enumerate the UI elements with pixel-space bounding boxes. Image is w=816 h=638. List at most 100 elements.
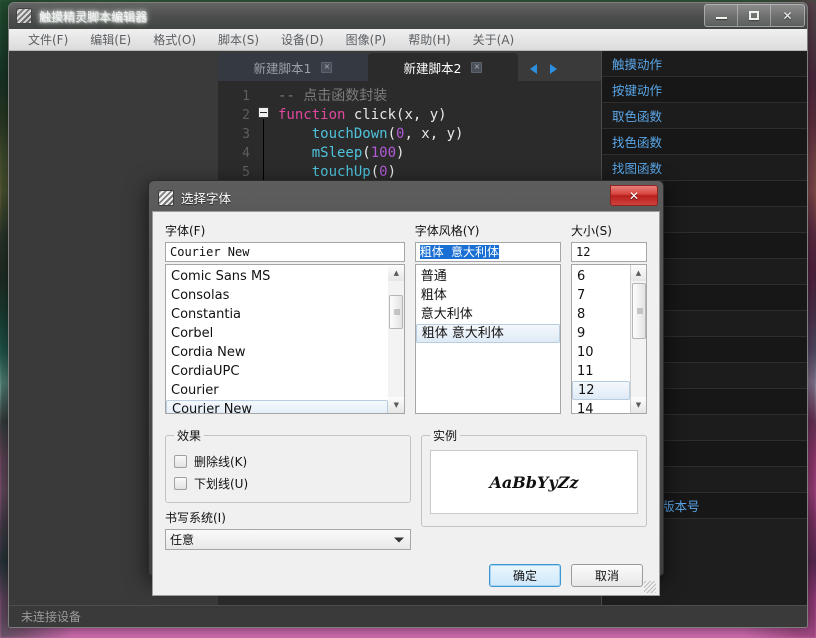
scroll-up-icon[interactable]: ▲	[630, 265, 646, 281]
menu-image[interactable]: 图像(P)	[335, 29, 398, 50]
font-style-listbox[interactable]: 普通 粗体 意大利体 粗体 意大利体	[414, 264, 561, 414]
sample-column: 实例 AaBbYyZz	[421, 427, 647, 550]
font-family-listbox[interactable]: Comic Sans MS Consolas Constantia Corbel…	[165, 264, 405, 414]
close-button[interactable]: ✕	[771, 5, 804, 26]
ok-button[interactable]: 确定	[489, 564, 561, 587]
strikeout-label: 删除线(K)	[194, 454, 248, 469]
scrollbar-track[interactable]	[388, 281, 404, 397]
sidebar-item-touch-action[interactable]: 触摸动作	[602, 51, 807, 77]
scrollbar-track[interactable]	[630, 281, 646, 397]
font-family-group: 字体(F) Courier New Comic Sans MS Consolas…	[165, 222, 405, 414]
list-item-selected[interactable]: 粗体 意大利体	[415, 324, 560, 343]
close-icon: ✕	[628, 188, 640, 203]
list-item[interactable]: Corbel	[166, 324, 388, 343]
tab-script-2[interactable]: 新建脚本2 ×	[368, 53, 518, 81]
list-item[interactable]: 8	[572, 305, 630, 324]
line-number: 3	[242, 127, 250, 142]
prev-tab-arrow-icon[interactable]	[528, 63, 540, 75]
list-item[interactable]: Consolas	[166, 286, 388, 305]
sidebar-item-key-action[interactable]: 按键动作	[602, 77, 807, 103]
list-item[interactable]: 意大利体	[416, 305, 560, 324]
scroll-down-icon[interactable]: ▼	[630, 397, 646, 413]
effects-label: 效果	[177, 429, 202, 443]
dialog-button-row: 确定 取消	[165, 564, 647, 587]
minimize-button[interactable]	[705, 5, 738, 26]
tab-close-icon[interactable]: ×	[321, 61, 333, 73]
scrollbar-thumb[interactable]	[631, 283, 646, 339]
code-line: touchDown(0, x, y)	[311, 126, 464, 142]
close-icon: ✕	[782, 8, 793, 23]
dialog-titlebar: 选择字体 ✕	[152, 184, 660, 211]
tab-script-1[interactable]: 新建脚本1 ×	[218, 53, 368, 81]
list-item[interactable]: 粗体	[416, 286, 560, 305]
strikeout-checkbox[interactable]	[174, 454, 187, 468]
list-item[interactable]: 9	[572, 324, 630, 343]
font-family-input[interactable]: Courier New	[165, 242, 405, 262]
list-item[interactable]: 11	[572, 362, 630, 381]
strikeout-row[interactable]: 删除线(K)	[174, 450, 402, 472]
list-item-selected[interactable]: Courier New	[166, 400, 388, 413]
sidebar-item-find-color[interactable]: 找色函数	[602, 129, 807, 155]
underline-row[interactable]: 下划线(U)	[174, 472, 402, 494]
maximize-button[interactable]	[738, 5, 771, 26]
chevron-down-icon	[394, 537, 404, 542]
font-size-list: 6 7 8 9 10 11 12 14	[571, 265, 630, 413]
code-line: function click(x, y)	[278, 107, 447, 123]
list-item[interactable]: Cordia New	[166, 343, 388, 362]
list-item[interactable]: Constantia	[166, 305, 388, 324]
tab-close-icon[interactable]: ×	[471, 61, 483, 73]
menu-device[interactable]: 设备(D)	[270, 29, 335, 50]
writing-system-label: 书写系统(I)	[165, 511, 226, 525]
line-number: 2	[242, 108, 250, 123]
tab-label: 新建脚本2	[403, 60, 462, 76]
font-size-scrollbar[interactable]: ▲ ▼	[630, 265, 646, 413]
list-item[interactable]: Courier	[166, 381, 388, 400]
scroll-down-icon[interactable]: ▼	[388, 397, 404, 413]
writing-system-value: 任意	[170, 533, 195, 547]
underline-checkbox[interactable]	[174, 476, 187, 490]
menu-about[interactable]: 关于(A)	[462, 29, 526, 50]
line-number: 1	[242, 89, 250, 104]
font-family-label: 字体(F)	[165, 224, 206, 238]
font-style-group: 字体风格(Y) 粗体 意大利体 普通 粗体 意大利体 粗体 意大利体	[414, 222, 561, 414]
window-title: 触摸精灵脚本编辑器	[39, 9, 148, 24]
scroll-up-icon[interactable]: ▲	[388, 265, 404, 281]
effects-column: 效果 删除线(K) 下划线(U) 书写系统(I) 任意	[165, 427, 411, 550]
list-item[interactable]: 10	[572, 343, 630, 362]
fold-collapse-icon[interactable]	[258, 107, 269, 118]
cancel-button[interactable]: 取消	[571, 564, 643, 587]
font-size-listbox[interactable]: 6 7 8 9 10 11 12 14 ▲ ▼	[570, 264, 647, 414]
menu-format[interactable]: 格式(O)	[142, 29, 207, 50]
writing-system-select[interactable]: 任意	[165, 529, 411, 550]
status-bar: 未连接设备	[9, 605, 807, 627]
sample-group: 实例 AaBbYyZz	[421, 427, 647, 527]
sidebar-item-color-pick[interactable]: 取色函数	[602, 103, 807, 129]
font-size-group: 大小(S) 12 6 7 8 9 10 11 12 14 ▲ ▼	[570, 222, 647, 414]
menu-script[interactable]: 脚本(S)	[207, 29, 270, 50]
list-item[interactable]: 6	[572, 267, 630, 286]
list-item-selected[interactable]: 12	[571, 381, 630, 400]
font-family-scrollbar[interactable]: ▲ ▼	[387, 265, 404, 413]
dialog-title: 选择字体	[181, 191, 232, 206]
status-text: 未连接设备	[21, 610, 82, 624]
list-item[interactable]: 7	[572, 286, 630, 305]
scrollbar-thumb[interactable]	[389, 295, 404, 329]
tab-nav	[528, 63, 559, 75]
font-style-input[interactable]: 粗体 意大利体	[414, 242, 561, 262]
sidebar-item-find-image[interactable]: 找图函数	[602, 155, 807, 181]
menu-file[interactable]: 文件(F)	[17, 29, 79, 50]
resize-grip[interactable]	[644, 581, 656, 593]
font-style-list: 普通 粗体 意大利体 粗体 意大利体	[415, 265, 560, 413]
menu-help[interactable]: 帮助(H)	[397, 29, 461, 50]
font-style-label: 字体风格(Y)	[414, 224, 480, 238]
next-tab-arrow-icon[interactable]	[547, 63, 559, 75]
list-item[interactable]: 普通	[416, 267, 560, 286]
list-item[interactable]: Comic Sans MS	[166, 267, 388, 286]
font-size-input[interactable]: 12	[570, 242, 647, 262]
window-controls: ✕	[704, 4, 805, 27]
list-item[interactable]: 14	[572, 400, 630, 413]
list-item[interactable]: CordiaUPC	[166, 362, 388, 381]
tab-label: 新建脚本1	[253, 60, 312, 76]
dialog-close-button[interactable]: ✕	[610, 185, 658, 206]
menu-edit[interactable]: 编辑(E)	[79, 29, 142, 50]
